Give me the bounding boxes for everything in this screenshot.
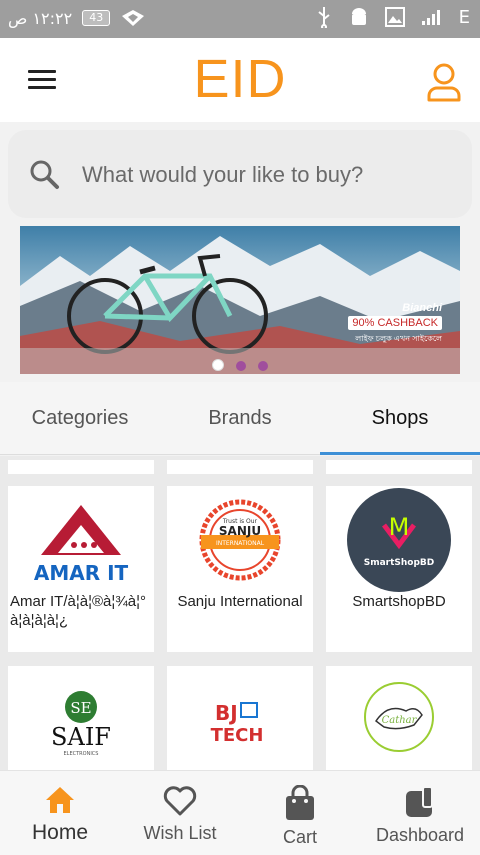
nav-cart[interactable]: Cart	[240, 771, 360, 855]
signal-diamond-icon	[122, 10, 145, 26]
bottom-nav: Home Wish List Cart Dashboard	[0, 770, 480, 855]
image-icon	[384, 7, 405, 27]
shop-name: Amar IT/à¦à¦®à¦¾à¦° à¦à¦à¦à¦¿	[8, 592, 154, 630]
usb-icon	[318, 7, 330, 28]
nav-dashboard[interactable]: Dashboard	[360, 771, 480, 855]
shop-name-line-1: Amar IT/à¦à¦®à¦¾à¦°	[10, 593, 147, 610]
tab-categories[interactable]: Categories	[0, 382, 160, 454]
shopping-bag-icon	[286, 784, 314, 820]
promo-banner[interactable]: Bianchi 90% CASHBACK লাইফ চলুক এখন সাইকে…	[20, 226, 460, 374]
banner-offer-text: CASHBACK	[377, 317, 438, 329]
shop-name: Sanju International	[177, 593, 303, 610]
carousel-dot-3[interactable]	[258, 361, 268, 371]
bicycle-graphic	[67, 254, 268, 354]
banner-offer: 90% CASHBACK	[348, 314, 442, 330]
heart-icon	[163, 786, 197, 816]
nav-wish-list-label: Wish List	[143, 823, 217, 843]
tab-brands[interactable]: Brands	[160, 382, 320, 454]
carousel-dot-1[interactable]	[212, 359, 224, 371]
nav-wish-list[interactable]: Wish List	[120, 771, 240, 855]
tab-shops[interactable]: Shops	[320, 382, 480, 455]
banner-offer-pct: 90%	[352, 317, 375, 329]
shop-logo-prefix: BJ	[215, 701, 238, 725]
card-stub	[326, 460, 472, 474]
carousel-dots[interactable]	[0, 356, 480, 375]
app-bar: EID	[0, 38, 480, 122]
search-icon	[30, 160, 59, 189]
network-type: E	[458, 6, 470, 28]
shop-name: SmartshopBD	[352, 593, 446, 610]
shop-logo: Cathar	[344, 666, 454, 770]
shop-logo-monogram: SE	[70, 699, 91, 717]
banner-brand: Bianchi	[402, 302, 442, 314]
signal-bars-icon	[421, 10, 440, 25]
search-bar[interactable]	[8, 130, 472, 218]
shop-logo: BJ TECH	[185, 666, 295, 770]
tab-bar: Categories Brands Shops	[0, 382, 480, 455]
clock: ١٢:٢٢ ص	[8, 8, 73, 28]
shop-logo-sub: INTERNATIONAL	[216, 540, 265, 547]
banner-tagline: লাইফ চলুক এখন সাইকেলে	[355, 334, 442, 343]
nav-cart-label: Cart	[282, 827, 317, 847]
shop-card-sanju-international[interactable]: Trust is Our SANJU INTERNATIONAL Sanju I…	[167, 486, 313, 652]
search-input[interactable]	[80, 154, 454, 196]
shop-grid: AMAR IT Amar IT/à¦à¦®à¦¾à¦° à¦à¦à¦à¦¿ Tru…	[0, 456, 480, 770]
shop-logo-text: Cathar	[382, 715, 418, 726]
banner-caption: Bianchi 90% CASHBACK লাইফ চলুক এখন সাইকে…	[348, 302, 442, 346]
android-icon	[351, 8, 366, 25]
shop-card-cathar[interactable]: Cathar	[326, 666, 472, 770]
shop-logo: SE SAIF ELECTRONICS	[26, 666, 136, 770]
shop-logo-text: SANJU	[219, 524, 261, 538]
shop-card-amar-it[interactable]: AMAR IT Amar IT/à¦à¦®à¦¾à¦° à¦à¦à¦à¦¿	[8, 486, 154, 652]
card-stub	[167, 460, 313, 474]
home-icon	[46, 787, 74, 813]
carousel-dot-2[interactable]	[236, 361, 246, 371]
shop-logo-monogram: M	[389, 513, 410, 541]
profile-icon[interactable]	[426, 62, 462, 102]
shop-logo: M SmartShopBD	[344, 486, 454, 594]
nav-home-label: Home	[31, 821, 89, 844]
shop-logo-text: TECH	[211, 725, 264, 746]
battery-badge: 43	[82, 10, 111, 26]
shop-logo-text: AMAR IT	[34, 561, 129, 585]
nav-dashboard-label: Dashboard	[375, 825, 465, 845]
nav-home[interactable]: Home	[0, 771, 120, 855]
shop-card-smartshopbd[interactable]: M SmartShopBD SmartshopBD	[326, 486, 472, 652]
shop-card-bj-tech[interactable]: BJ TECH	[167, 666, 313, 770]
shop-logo: AMAR IT	[26, 486, 136, 594]
shop-card-saif[interactable]: SE SAIF ELECTRONICS	[8, 666, 154, 770]
shop-logo-sub: ELECTRONICS	[64, 751, 99, 757]
status-bar: ١٢:٢٢ ص 43 E	[0, 0, 480, 38]
card-stub	[8, 460, 154, 474]
shop-name-line-2: à¦à¦à¦à¦¿	[10, 612, 69, 629]
brand-title: EID	[193, 49, 287, 109]
shop-logo-text: SAIF	[51, 723, 111, 751]
dashboard-icon	[406, 786, 433, 817]
shop-logo: Trust is Our SANJU INTERNATIONAL	[185, 486, 295, 594]
shop-logo-text: SmartShopBD	[364, 558, 435, 568]
